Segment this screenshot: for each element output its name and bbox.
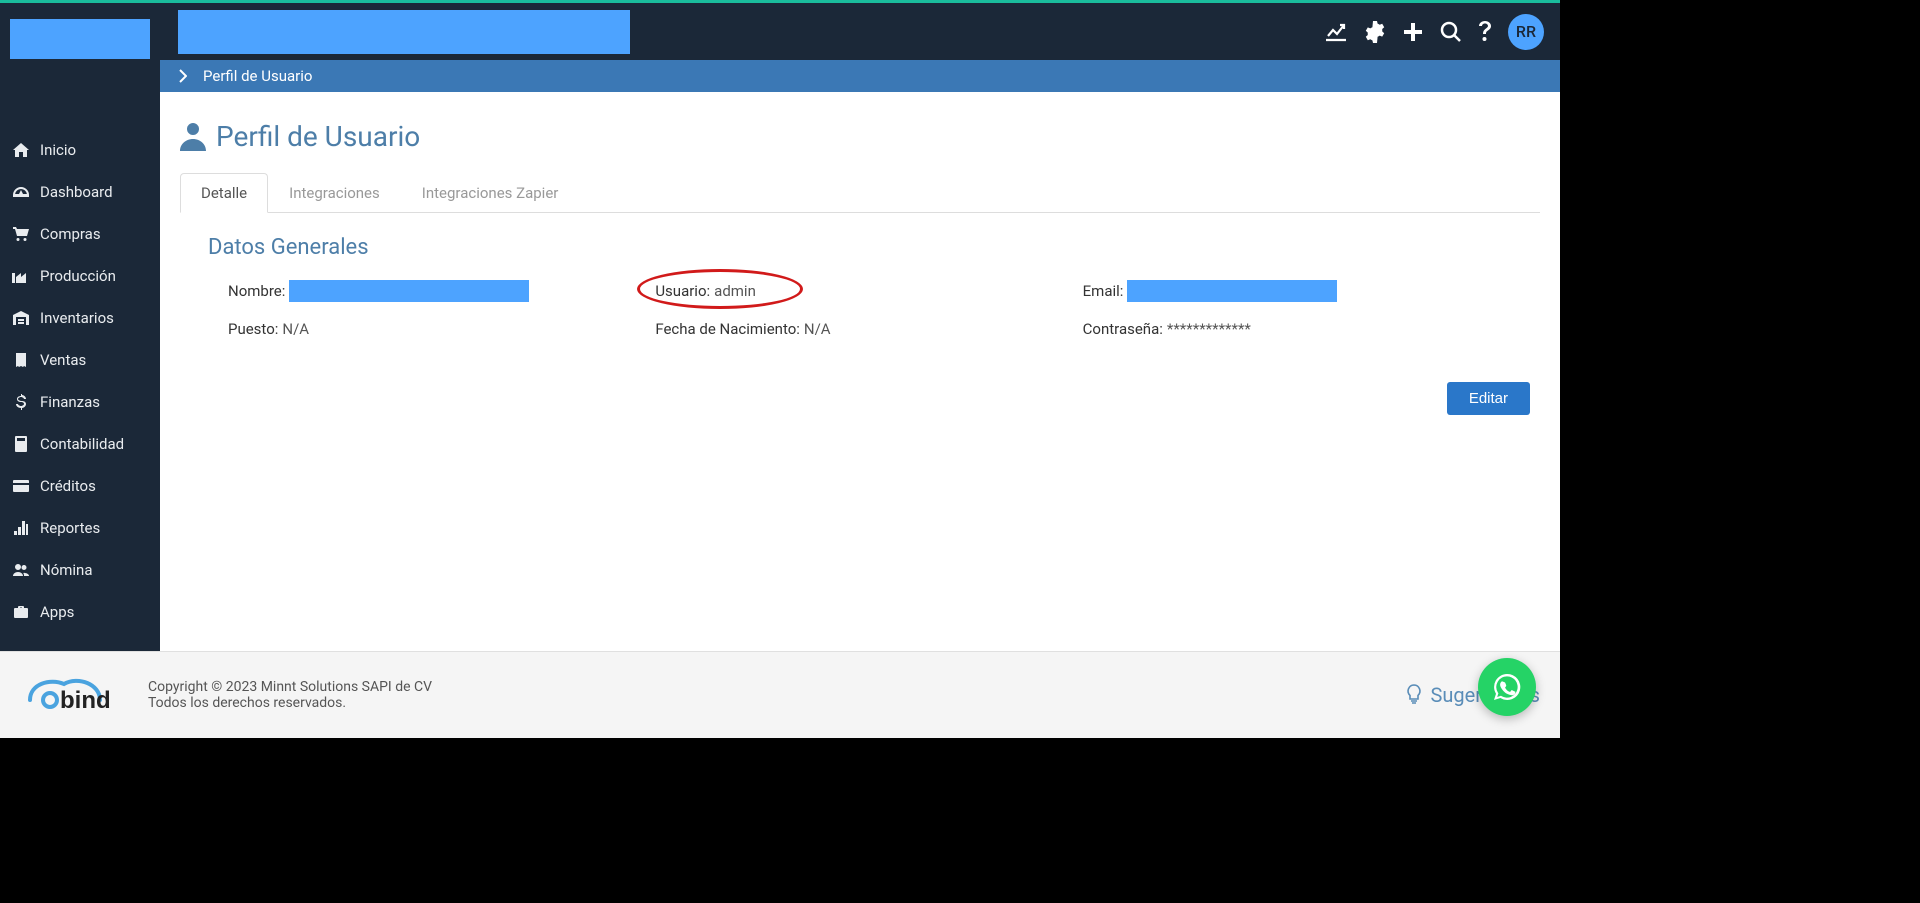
dollar-icon — [12, 394, 30, 410]
footer-copyright-2: Todos los derechos reservados. — [148, 695, 432, 711]
field-value: N/A — [282, 320, 309, 338]
nav-item-apps[interactable]: Apps — [0, 591, 160, 633]
nav-item-ventas[interactable]: Ventas — [0, 339, 160, 381]
nav-label: Inicio — [40, 141, 76, 159]
briefcase-icon — [12, 606, 30, 618]
fields-grid: Nombre: Usuario: admin Email: Puesto: N/… — [228, 280, 1500, 338]
field-label: Fecha de Nacimiento: — [655, 320, 800, 338]
help-icon[interactable] — [1478, 21, 1492, 43]
avatar[interactable]: RR — [1508, 14, 1544, 50]
field-value: ************* — [1167, 320, 1251, 338]
field-fecha-nacimiento: Fecha de Nacimiento: N/A — [655, 320, 1072, 338]
card-icon — [12, 480, 30, 492]
nav-item-contabilidad[interactable]: Contabilidad — [0, 423, 160, 465]
nav-label: Finanzas — [40, 393, 100, 411]
sidebar: Inicio Dashboard Compras Producción Inve… — [0, 3, 160, 654]
user-icon — [180, 123, 206, 151]
lightbulb-icon — [1406, 684, 1422, 706]
footer-text: Copyright © 2023 Minnt Solutions SAPI de… — [148, 679, 432, 711]
nav-label: Compras — [40, 225, 101, 243]
footer-logo: bind — [20, 670, 130, 720]
factory-icon — [12, 269, 30, 283]
avatar-initials: RR — [1516, 22, 1536, 41]
field-value-redacted — [289, 280, 529, 302]
page-title: Perfil de Usuario — [180, 120, 1540, 153]
sidebar-logo — [10, 19, 150, 59]
section-title: Datos Generales — [208, 235, 1540, 260]
receipt-icon — [12, 353, 30, 367]
nav-label: Nómina — [40, 561, 93, 579]
nav-item-reportes[interactable]: Reportes — [0, 507, 160, 549]
field-contrasena: Contraseña: ************* — [1083, 320, 1500, 338]
nav-item-compras[interactable]: Compras — [0, 213, 160, 255]
calculator-icon — [12, 436, 30, 452]
nav-label: Inventarios — [40, 309, 114, 327]
field-value-redacted — [1127, 280, 1337, 302]
nav-item-nomina[interactable]: Nómina — [0, 549, 160, 591]
field-label: Puesto: — [228, 320, 278, 338]
footer: bind Copyright © 2023 Minnt Solutions SA… — [0, 651, 1560, 738]
home-icon — [12, 143, 30, 157]
nav-label: Dashboard — [40, 183, 113, 201]
whatsapp-icon — [1491, 671, 1523, 703]
header-company-block — [178, 10, 630, 54]
gear-icon[interactable] — [1364, 21, 1386, 43]
header-actions: RR — [1324, 14, 1550, 50]
nav-item-creditos[interactable]: Créditos — [0, 465, 160, 507]
footer-copyright-1: Copyright © 2023 Minnt Solutions SAPI de… — [148, 679, 432, 695]
field-value: N/A — [804, 320, 831, 338]
main-content: Perfil de Usuario Detalle Integraciones … — [160, 92, 1560, 651]
field-usuario: Usuario: admin — [655, 280, 1072, 302]
field-nombre: Nombre: — [228, 280, 645, 302]
field-label: Usuario: — [655, 282, 710, 300]
tab-detalle[interactable]: Detalle — [180, 173, 268, 213]
field-puesto: Puesto: N/A — [228, 320, 645, 338]
gauge-icon — [12, 185, 30, 199]
header: RR — [160, 3, 1560, 60]
tab-integraciones-zapier[interactable]: Integraciones Zapier — [401, 173, 580, 213]
warehouse-icon — [12, 311, 30, 325]
search-icon[interactable] — [1440, 21, 1462, 43]
field-label: Nombre: — [228, 282, 285, 300]
nav-label: Reportes — [40, 519, 100, 537]
field-label: Email: — [1083, 282, 1124, 300]
tabs: Detalle Integraciones Integraciones Zapi… — [180, 173, 1540, 213]
breadcrumb: Perfil de Usuario — [160, 60, 1560, 92]
nav-item-inicio[interactable]: Inicio — [0, 129, 160, 171]
plus-icon[interactable] — [1402, 21, 1424, 43]
nav-label: Créditos — [40, 477, 96, 495]
tab-integraciones[interactable]: Integraciones — [268, 173, 401, 213]
field-value: admin — [714, 282, 756, 300]
nav-label: Ventas — [40, 351, 86, 369]
whatsapp-fab[interactable] — [1478, 658, 1536, 716]
bars-icon — [12, 521, 30, 535]
nav-label: Contabilidad — [40, 435, 124, 453]
nav-item-finanzas[interactable]: Finanzas — [0, 381, 160, 423]
page-title-text: Perfil de Usuario — [216, 120, 420, 153]
nav-label: Producción — [40, 267, 116, 285]
nav-label: Apps — [40, 603, 74, 621]
field-label: Contraseña: — [1083, 320, 1163, 338]
breadcrumb-title: Perfil de Usuario — [203, 67, 312, 85]
nav-item-inventarios[interactable]: Inventarios — [0, 297, 160, 339]
chart-icon[interactable] — [1324, 22, 1348, 42]
edit-button[interactable]: Editar — [1447, 382, 1530, 415]
actions-row: Editar — [180, 382, 1530, 415]
users-icon — [12, 564, 30, 576]
field-email: Email: — [1083, 280, 1500, 302]
chevron-right-icon — [178, 69, 187, 83]
svg-text:bind: bind — [60, 687, 111, 714]
nav-item-dashboard[interactable]: Dashboard — [0, 171, 160, 213]
nav-item-produccion[interactable]: Producción — [0, 255, 160, 297]
cart-icon — [12, 227, 30, 241]
